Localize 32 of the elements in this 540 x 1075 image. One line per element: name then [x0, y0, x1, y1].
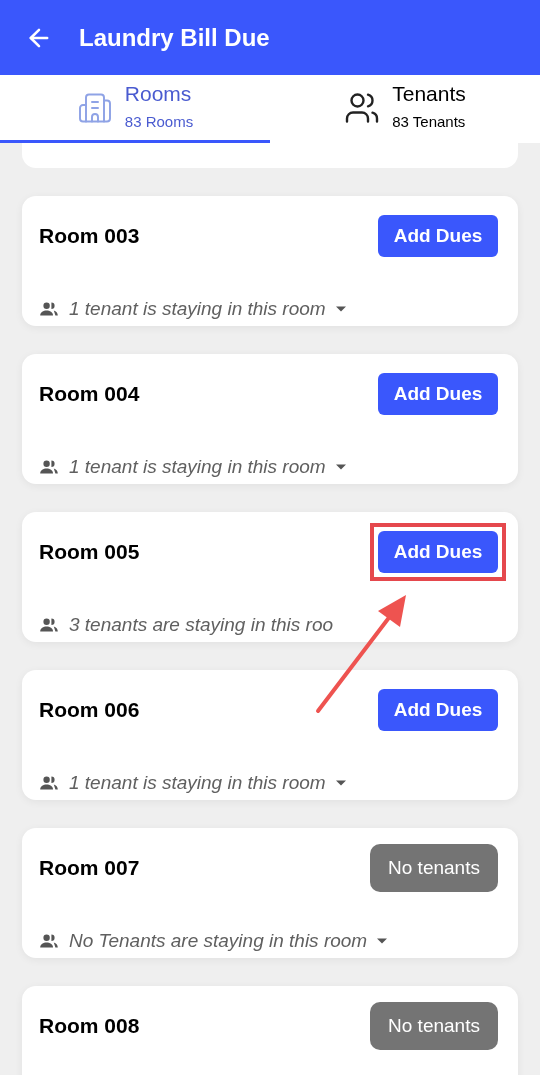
people-icon: [39, 617, 59, 634]
people-icon: [39, 933, 59, 950]
tenant-count-text: 1 tenant is staying in this room: [69, 455, 326, 479]
people-icon: [39, 775, 59, 792]
tab[interactable]: Tenants 83 Tenants: [270, 75, 540, 143]
no-tenants-button[interactable]: No tenants: [370, 1002, 498, 1050]
people-icon: [39, 459, 59, 476]
room-name: Room 008: [39, 1013, 140, 1040]
tab-count: 83 Tenants: [392, 112, 466, 133]
tenant-count-text: No Tenants are staying in this room: [69, 929, 368, 953]
room-name: Room 006: [39, 697, 140, 724]
add-dues-button[interactable]: Add Dues: [378, 531, 498, 573]
caret-icon[interactable]: [335, 780, 346, 787]
tenant-count-text: 1 tenant is staying in this room: [69, 771, 326, 795]
tab-count: 83 Rooms: [124, 112, 194, 133]
page-title: Laundry Bill Due: [79, 22, 270, 53]
tab-label: Rooms: [124, 81, 193, 108]
caret-icon[interactable]: [377, 938, 388, 945]
add-dues-button[interactable]: Add Dues: [378, 215, 498, 257]
room-name: Room 005: [39, 539, 140, 566]
room-name: Room 003: [39, 223, 140, 250]
tenant-count-text: 1 tenant is staying in this room: [69, 297, 326, 321]
tab-label: Tenants: [392, 81, 466, 108]
caret-icon[interactable]: [335, 306, 346, 313]
add-dues-button[interactable]: Add Dues: [378, 373, 498, 415]
caret-icon[interactable]: [335, 464, 346, 471]
add-dues-button[interactable]: Add Dues: [378, 689, 498, 731]
room-name: Room 007: [39, 855, 140, 882]
tenant-count-text: 3 tenants are staying in this roo: [69, 613, 334, 637]
room-name: Room 004: [39, 381, 140, 408]
people-icon: [39, 301, 59, 318]
no-tenants-button[interactable]: No tenants: [370, 844, 498, 892]
